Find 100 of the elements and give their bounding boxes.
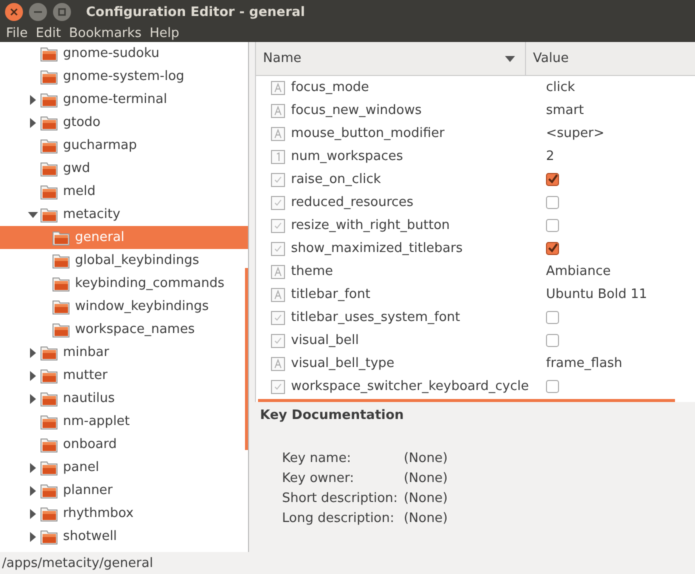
window-title: Configuration Editor - general xyxy=(86,4,305,20)
menu-item[interactable]: Bookmarks xyxy=(64,26,146,40)
boolean-type-icon xyxy=(271,310,285,324)
tree-item[interactable]: gtodo xyxy=(0,111,248,134)
tree-item[interactable]: nautilus xyxy=(0,387,248,410)
checkbox[interactable] xyxy=(546,219,559,232)
key-name: workspace_switcher_keyboard_cycle xyxy=(291,379,529,394)
tree-item[interactable]: rhythmbox xyxy=(0,502,248,525)
key-value[interactable]: <super> xyxy=(526,126,604,141)
tree-item[interactable]: onboard xyxy=(0,433,248,456)
boolean-type-icon xyxy=(271,242,285,256)
folder-icon xyxy=(40,92,58,108)
expand-arrow-icon[interactable] xyxy=(28,508,38,518)
expand-arrow-icon[interactable] xyxy=(28,94,38,104)
minimize-button[interactable] xyxy=(29,3,47,21)
folder-icon xyxy=(40,414,58,430)
expand-arrow-icon[interactable] xyxy=(28,394,38,404)
integer-type-icon xyxy=(271,150,285,164)
tree-item[interactable]: window_keybindings xyxy=(0,295,248,318)
maximize-icon xyxy=(58,8,66,16)
close-button[interactable] xyxy=(5,3,23,21)
tree-item[interactable]: global_keybindings xyxy=(0,249,248,272)
maximize-button[interactable] xyxy=(53,3,71,21)
key-name: reduced_resources xyxy=(291,195,414,210)
boolean-type-icon xyxy=(271,334,285,348)
field-value: (None) xyxy=(404,471,448,486)
folder-icon xyxy=(52,322,70,338)
menu-item[interactable]: Edit xyxy=(32,26,65,40)
expand-arrow-icon[interactable] xyxy=(28,532,38,542)
menu-item[interactable]: File xyxy=(2,26,32,40)
folder-icon xyxy=(40,138,58,154)
key-value[interactable]: Ubuntu Bold 11 xyxy=(526,287,648,302)
expand-arrow-icon[interactable] xyxy=(28,348,38,358)
expand-arrow-icon[interactable] xyxy=(28,462,38,472)
field-label: Long description: xyxy=(282,511,396,526)
key-name: titlebar_font xyxy=(291,287,370,302)
key-name: num_workspaces xyxy=(291,149,404,164)
key-name: raise_on_click xyxy=(291,172,381,187)
folder-icon xyxy=(52,276,70,292)
folder-icon xyxy=(40,46,58,62)
string-type-icon xyxy=(271,288,285,302)
tree-item[interactable]: meld xyxy=(0,180,248,203)
folder-icon xyxy=(40,390,58,406)
tree-item[interactable]: planner xyxy=(0,479,248,502)
field-label: Key owner: xyxy=(282,471,356,486)
checkbox[interactable] xyxy=(546,242,559,255)
key-name: show_maximized_titlebars xyxy=(291,241,463,256)
boolean-type-icon xyxy=(271,380,285,394)
key-name: theme xyxy=(291,264,333,279)
tree-item[interactable]: gnome-system-log xyxy=(0,65,248,88)
string-type-icon xyxy=(271,80,285,94)
key-name: visual_bell xyxy=(291,333,359,348)
tree-item[interactable]: gucharmap xyxy=(0,134,248,157)
column-header[interactable]: Name xyxy=(256,42,526,75)
tree-item[interactable]: shotwell xyxy=(0,525,248,548)
tree-item[interactable]: panel xyxy=(0,456,248,479)
key-name: visual_bell_type xyxy=(291,356,394,371)
folder-icon xyxy=(52,298,70,314)
tree-item[interactable]: gwd xyxy=(0,157,248,180)
key-value[interactable]: smart xyxy=(526,103,584,118)
key-value[interactable]: click xyxy=(526,80,576,95)
boolean-type-icon xyxy=(271,172,285,186)
key-value[interactable]: frame_flash xyxy=(526,356,622,371)
folder-icon xyxy=(40,506,58,522)
string-type-icon xyxy=(271,104,285,118)
scrollbar[interactable] xyxy=(258,399,675,402)
tree-item[interactable]: gnome-sudoku xyxy=(0,42,248,65)
key-name: focus_new_windows xyxy=(291,103,422,118)
tree-item[interactable]: metacity xyxy=(0,203,248,226)
close-icon xyxy=(10,8,18,16)
expand-arrow-icon[interactable] xyxy=(28,486,38,496)
checkbox[interactable] xyxy=(546,173,559,186)
key-value[interactable]: Ambiance xyxy=(526,264,611,279)
tree-item[interactable]: minbar xyxy=(0,341,248,364)
folder-icon xyxy=(40,184,58,200)
checkbox[interactable] xyxy=(546,311,559,324)
sort-arrow-icon xyxy=(505,56,515,62)
tree-item[interactable]: gnome-terminal xyxy=(0,88,248,111)
collapse-arrow-icon[interactable] xyxy=(28,210,38,220)
column-header[interactable]: Value xyxy=(526,42,569,75)
folder-icon xyxy=(52,252,70,268)
checkbox[interactable] xyxy=(546,334,559,347)
field-label: Short description: xyxy=(282,491,398,506)
tree-item[interactable]: workspace_names xyxy=(0,318,248,341)
folder-icon xyxy=(40,460,58,476)
folder-icon xyxy=(40,436,58,452)
tree-item[interactable]: mutter xyxy=(0,364,248,387)
tree-item[interactable]: keybinding_commands xyxy=(0,272,248,295)
checkbox[interactable] xyxy=(546,196,559,209)
folder-icon xyxy=(40,482,58,498)
key-name: mouse_button_modifier xyxy=(291,126,445,141)
menu-item[interactable]: Help xyxy=(146,26,184,40)
checkbox[interactable] xyxy=(546,380,559,393)
boolean-type-icon xyxy=(271,196,285,210)
tree-item[interactable]: nm-applet xyxy=(0,410,248,433)
key-name: resize_with_right_button xyxy=(291,218,450,233)
scrollbar[interactable] xyxy=(245,268,248,450)
key-value[interactable]: 2 xyxy=(526,149,554,164)
expand-arrow-icon[interactable] xyxy=(28,118,38,128)
expand-arrow-icon[interactable] xyxy=(28,370,38,380)
